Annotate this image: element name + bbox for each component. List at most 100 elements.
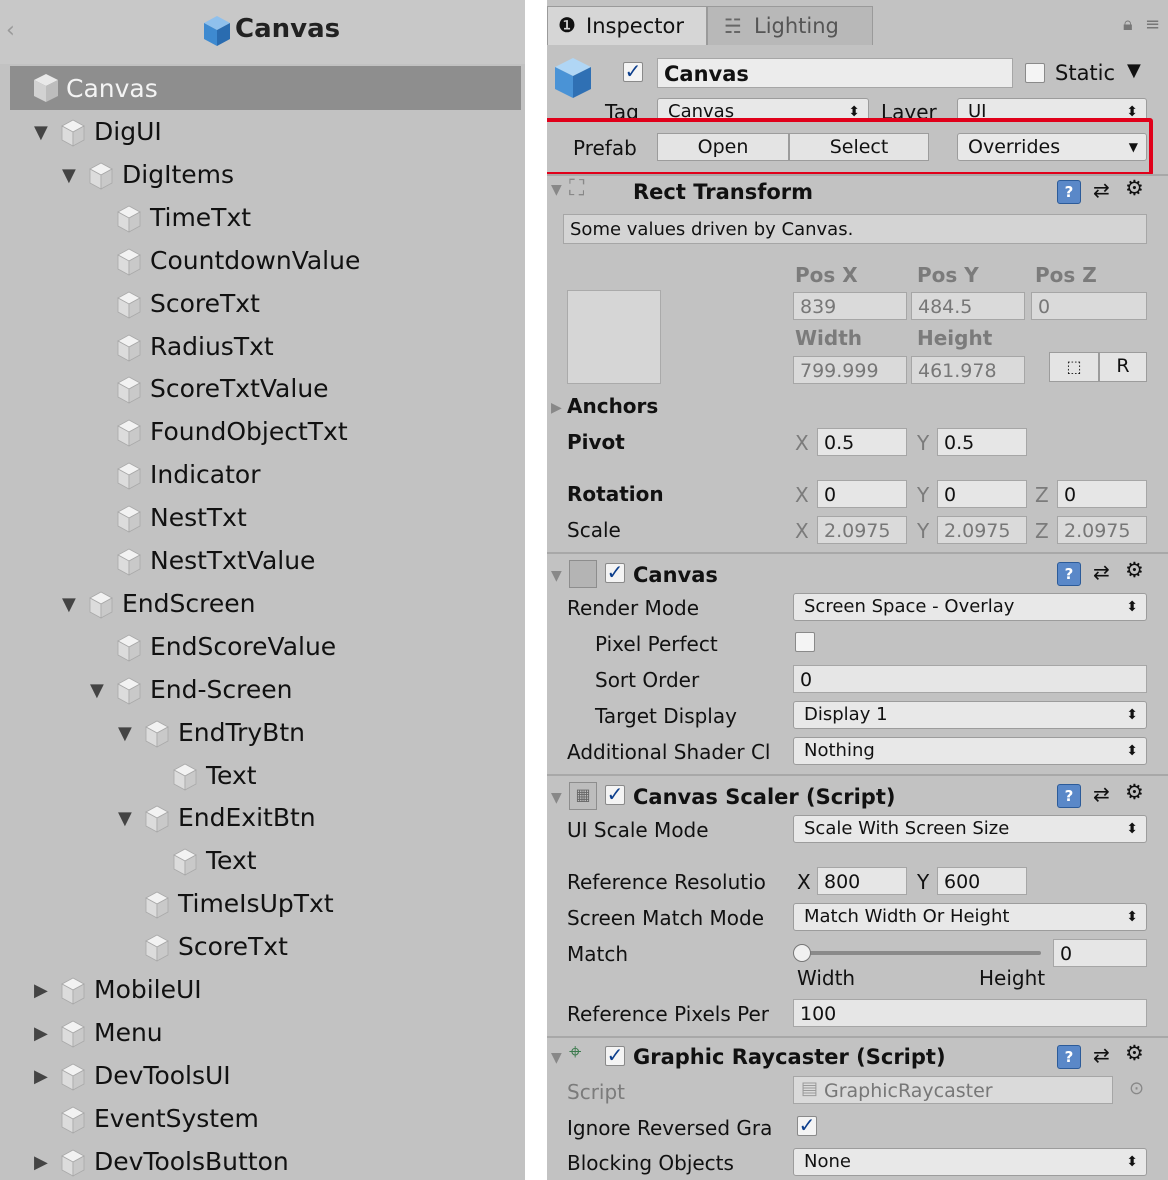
pos-y-field[interactable]: 484.5 bbox=[911, 292, 1025, 320]
sort-order-field[interactable]: 0 bbox=[793, 665, 1147, 693]
tree-item[interactable]: NestTxtValue bbox=[0, 541, 521, 583]
tree-item[interactable]: ▶ DevToolsButton bbox=[0, 1142, 521, 1180]
expand-arrow-right-icon[interactable]: ▶ bbox=[34, 1152, 48, 1173]
blocking-objects-dropdown[interactable]: None ⬍ bbox=[793, 1148, 1147, 1176]
fold-arrow-icon[interactable]: ▼ bbox=[551, 182, 562, 198]
ui-scale-mode-dropdown[interactable]: Scale With Screen Size ⬍ bbox=[793, 815, 1147, 843]
expand-arrow-down-icon[interactable]: ▼ bbox=[34, 122, 48, 143]
fold-arrow-icon[interactable]: ▼ bbox=[551, 568, 562, 584]
height-field[interactable]: 461.978 bbox=[911, 356, 1025, 384]
preset-icon[interactable]: ⇄ bbox=[1093, 560, 1110, 584]
script-field[interactable]: GraphicRaycaster bbox=[793, 1076, 1113, 1104]
tree-item[interactable]: ▶ Menu bbox=[0, 1013, 521, 1055]
expand-arrow-down-icon[interactable]: ▼ bbox=[118, 808, 132, 829]
expand-arrow-right-icon[interactable]: ▶ bbox=[34, 980, 48, 1001]
tree-item-label: EndExitBtn bbox=[178, 803, 316, 832]
width-field[interactable]: 799.999 bbox=[793, 356, 907, 384]
shader-channels-dropdown[interactable]: Nothing ⬍ bbox=[793, 737, 1147, 765]
tree-item[interactable]: CountdownValue bbox=[0, 241, 521, 283]
match-slider-thumb[interactable] bbox=[793, 944, 811, 962]
tree-item[interactable]: Indicator bbox=[0, 455, 521, 497]
anchor-preset-preview[interactable] bbox=[567, 290, 661, 384]
reference-pixels-field[interactable]: 100 bbox=[793, 999, 1147, 1027]
expand-arrow-right-icon[interactable]: ▶ bbox=[34, 1066, 48, 1087]
tree-item[interactable]: ScoreTxt bbox=[0, 284, 521, 326]
help-icon[interactable]: ? bbox=[1057, 1045, 1081, 1069]
object-name-input[interactable]: Canvas bbox=[657, 58, 1013, 88]
preset-icon[interactable]: ⇄ bbox=[1093, 1043, 1110, 1067]
expand-arrow-down-icon[interactable]: ▼ bbox=[62, 165, 76, 186]
tab-inspector[interactable]: ❶ Inspector bbox=[547, 6, 707, 45]
tree-item[interactable]: NestTxt bbox=[0, 498, 521, 540]
tree-item[interactable]: EventSystem bbox=[0, 1099, 521, 1141]
tree-item[interactable]: TimeIsUpTxt bbox=[0, 884, 521, 926]
reference-resolution-y[interactable]: 600 bbox=[937, 867, 1027, 895]
pivot-y-field[interactable]: 0.5 bbox=[937, 428, 1027, 456]
help-icon[interactable]: ? bbox=[1057, 180, 1081, 204]
tab-lighting[interactable]: ☵ Lighting bbox=[707, 6, 873, 45]
preset-icon[interactable]: ⇄ bbox=[1093, 178, 1110, 202]
chevron-icon: ⬍ bbox=[1126, 909, 1138, 925]
tree-item[interactable]: EndScoreValue bbox=[0, 627, 521, 669]
target-icon[interactable]: ⊙ bbox=[1129, 1078, 1144, 1099]
pos-z-field[interactable]: 0 bbox=[1031, 292, 1147, 320]
rotation-x-field[interactable]: 0 bbox=[817, 480, 907, 508]
static-dropdown-icon[interactable]: ▼ bbox=[1127, 60, 1141, 81]
expand-arrow-down-icon[interactable]: ▼ bbox=[118, 723, 132, 744]
expand-arrow-right-icon[interactable]: ▶ bbox=[34, 1023, 48, 1044]
tree-item[interactable]: Text bbox=[0, 841, 521, 883]
blueprint-mode-button[interactable]: ⬚ bbox=[1049, 352, 1099, 382]
menu-icon[interactable]: ≡ bbox=[1145, 14, 1160, 35]
match-slider-track[interactable] bbox=[801, 951, 1041, 955]
match-value-field[interactable]: 0 bbox=[1053, 939, 1147, 967]
help-icon[interactable]: ? bbox=[1057, 562, 1081, 586]
tree-item[interactable]: ▼ EndScreen bbox=[0, 584, 521, 626]
raw-edit-button[interactable]: R bbox=[1099, 352, 1147, 382]
scaler-enabled-checkbox[interactable]: ✓ bbox=[605, 784, 625, 805]
tree-item[interactable]: ▼ EndExitBtn bbox=[0, 798, 521, 840]
tree-item[interactable]: ▶ MobileUI bbox=[0, 970, 521, 1012]
tree-item[interactable]: ▼ End-Screen bbox=[0, 670, 521, 712]
tree-item[interactable]: ▼ DigItems bbox=[0, 155, 521, 197]
tree-item[interactable]: ScoreTxt bbox=[0, 927, 521, 969]
canvas-enabled-checkbox[interactable]: ✓ bbox=[605, 562, 625, 583]
fold-arrow-icon[interactable]: ▼ bbox=[551, 1050, 562, 1066]
gear-icon[interactable]: ⚙ bbox=[1125, 1041, 1144, 1065]
tree-item[interactable]: Text bbox=[0, 756, 521, 798]
expand-arrow-down-icon[interactable]: ▼ bbox=[62, 594, 76, 615]
rotation-y-field[interactable]: 0 bbox=[937, 480, 1027, 508]
tree-item[interactable]: FoundObjectTxt bbox=[0, 412, 521, 454]
scale-y-field[interactable]: 2.0975 bbox=[937, 516, 1027, 544]
pos-x-field[interactable]: 839 bbox=[793, 292, 907, 320]
gear-icon[interactable]: ⚙ bbox=[1125, 176, 1144, 200]
tree-item[interactable]: ScoreTxtValue bbox=[0, 369, 521, 411]
target-display-dropdown[interactable]: Display 1 ⬍ bbox=[793, 701, 1147, 729]
render-mode-dropdown[interactable]: Screen Space - Overlay ⬍ bbox=[793, 593, 1147, 621]
tree-item[interactable]: RadiusTxt bbox=[0, 327, 521, 369]
back-icon[interactable]: ‹ bbox=[6, 18, 15, 43]
fold-arrow-icon[interactable]: ▼ bbox=[551, 790, 562, 806]
tree-item[interactable]: ▼ DigUI bbox=[0, 112, 521, 154]
raycaster-enabled-checkbox[interactable]: ✓ bbox=[605, 1045, 625, 1066]
tree-item[interactable]: TimeTxt bbox=[0, 198, 521, 240]
pixel-perfect-checkbox[interactable] bbox=[795, 632, 815, 652]
reference-resolution-x[interactable]: 800 bbox=[817, 867, 907, 895]
rotation-z-field[interactable]: 0 bbox=[1057, 480, 1147, 508]
help-icon[interactable]: ? bbox=[1057, 784, 1081, 808]
tree-item[interactable]: ▶ DevToolsUI bbox=[0, 1056, 521, 1098]
pivot-x-field[interactable]: 0.5 bbox=[817, 428, 907, 456]
gear-icon[interactable]: ⚙ bbox=[1125, 558, 1144, 582]
lock-icon[interactable]: 🔒︎ bbox=[1123, 14, 1133, 35]
tree-item[interactable]: ▼ EndTryBtn bbox=[0, 713, 521, 755]
scale-z-field[interactable]: 2.0975 bbox=[1057, 516, 1147, 544]
scale-x-field[interactable]: 2.0975 bbox=[817, 516, 907, 544]
expand-arrow-down-icon[interactable]: ▼ bbox=[90, 680, 104, 701]
ignore-reversed-checkbox[interactable]: ✓ bbox=[797, 1115, 817, 1136]
gear-icon[interactable]: ⚙ bbox=[1125, 780, 1144, 804]
screen-match-mode-dropdown[interactable]: Match Width Or Height ⬍ bbox=[793, 903, 1147, 931]
preset-icon[interactable]: ⇄ bbox=[1093, 782, 1110, 806]
ui-scale-mode-value: Scale With Screen Size bbox=[804, 818, 1010, 839]
static-checkbox[interactable] bbox=[1025, 63, 1045, 83]
anchors-fold-icon[interactable]: ▶ bbox=[551, 400, 562, 416]
active-checkbox[interactable]: ✓ bbox=[623, 61, 643, 82]
